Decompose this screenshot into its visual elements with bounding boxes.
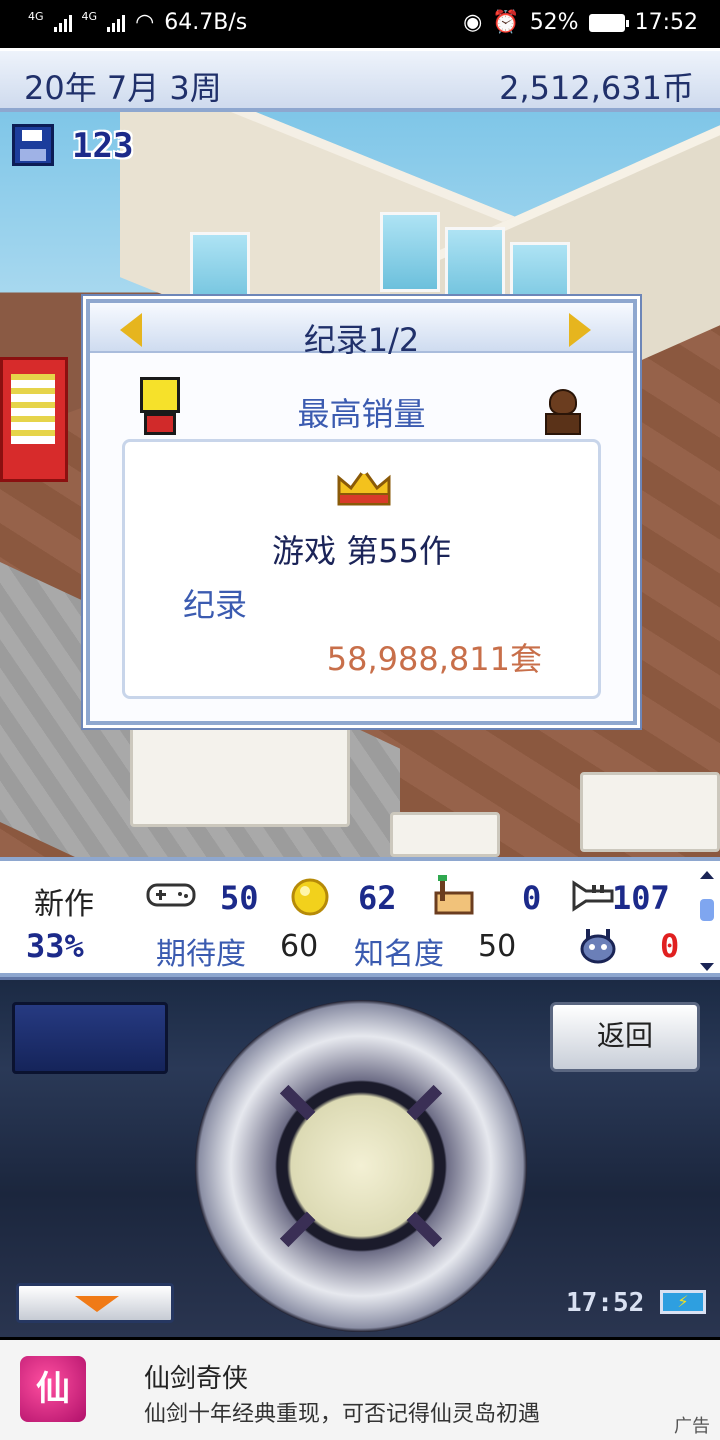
ad-banner[interactable]: 仙 仙剑奇侠 仙剑十年经典重现，可否记得仙灵岛初遇 广告 <box>0 1340 720 1440</box>
stats-scrollbar[interactable] <box>700 871 714 971</box>
dialog-title: 纪录1/2 <box>303 321 420 359</box>
expectation-label: 期待度 <box>156 937 246 972</box>
progress-percent: 33% <box>26 927 84 965</box>
stat-fun: 50 <box>220 879 259 917</box>
network-type-2: 4G <box>81 10 98 23</box>
back-button[interactable]: 返回 <box>550 1002 700 1072</box>
coin-icon <box>291 878 329 916</box>
controller-clock: 17:52 <box>566 1288 645 1318</box>
gamepad-icon <box>146 883 196 907</box>
fame-value: 50 <box>478 929 517 964</box>
network-speed: 64.7B/s <box>164 10 248 35</box>
dialog-header: 纪录1/2 <box>90 303 633 359</box>
controller-panel: 返回 17:52 ⚡ <box>0 977 720 1337</box>
battery-icon <box>588 13 629 32</box>
network-type-1: 4G <box>28 10 44 23</box>
stat-sound: 107 <box>612 879 670 917</box>
desk <box>390 812 500 857</box>
ad-logo[interactable]: 仙 <box>20 1356 86 1422</box>
battery-percent: 52% <box>529 10 579 35</box>
paint-icon <box>434 875 474 915</box>
signal-icon <box>53 14 72 32</box>
scroll-down-icon[interactable] <box>700 963 714 971</box>
save-disk-icon[interactable] <box>12 124 54 166</box>
status-time: 17:52 <box>634 10 698 35</box>
fame-label: 知名度 <box>354 937 444 972</box>
trumpet-icon <box>572 880 614 912</box>
monkey-character-icon <box>543 389 583 435</box>
stat-bugs: 0 <box>660 927 680 965</box>
scroll-thumb[interactable] <box>700 899 714 921</box>
ad-tag: 广告 <box>674 1416 710 1437</box>
desk <box>580 772 720 852</box>
game-date: 20年 7月 3周 <box>24 69 222 107</box>
bug-icon <box>580 929 616 964</box>
desk <box>130 722 350 827</box>
charging-battery-icon: ⚡ <box>660 1290 706 1314</box>
record-value: 58,988,811套 <box>326 640 542 678</box>
stat-graphics: 0 <box>522 879 542 917</box>
dpad-control[interactable] <box>195 1000 527 1332</box>
expectation-value: 60 <box>280 929 319 964</box>
save-count: 123 <box>72 126 134 166</box>
stats-bar: 新作 33% 50 62 0 107 期待度 60 知名度 50 0 <box>0 857 720 977</box>
stat-creativity: 62 <box>358 879 397 917</box>
blank-slot-button[interactable] <box>12 1002 168 1074</box>
menu-down-button[interactable] <box>16 1283 174 1323</box>
window <box>380 212 440 292</box>
wifi-icon: ◠ <box>135 10 155 35</box>
scroll-up-icon[interactable] <box>700 871 714 879</box>
record-game-title: 游戏 第55作 <box>272 532 451 570</box>
vending-machine <box>0 357 68 482</box>
crown-icon <box>337 466 391 506</box>
ad-title[interactable]: 仙剑奇侠 <box>144 1358 248 1395</box>
record-panel: 游戏 第55作 纪录 58,988,811套 <box>122 439 601 699</box>
new-game-label: 新作 <box>34 887 94 922</box>
ad-description[interactable]: 仙剑十年经典重现，可否记得仙灵岛初遇 <box>144 1396 540 1428</box>
eye-icon: ◉ <box>463 10 483 35</box>
status-bar: 4G 4G ◠ 64.7B/s ◉ ⏰ 52% 17:52 <box>0 0 720 48</box>
record-dialog: 纪录1/2 最高销量 游戏 第55作 纪录 58,988,811套 <box>86 299 637 725</box>
game-header: 20年 7月 3周 2,512,631币 <box>0 48 720 112</box>
next-arrow-icon[interactable] <box>569 313 591 347</box>
window <box>445 227 505 307</box>
signal-icon-2 <box>107 14 126 32</box>
record-label: 纪录 <box>183 586 248 624</box>
alarm-icon: ⏰ <box>492 10 520 35</box>
money-display: 2,512,631币 <box>499 69 694 107</box>
